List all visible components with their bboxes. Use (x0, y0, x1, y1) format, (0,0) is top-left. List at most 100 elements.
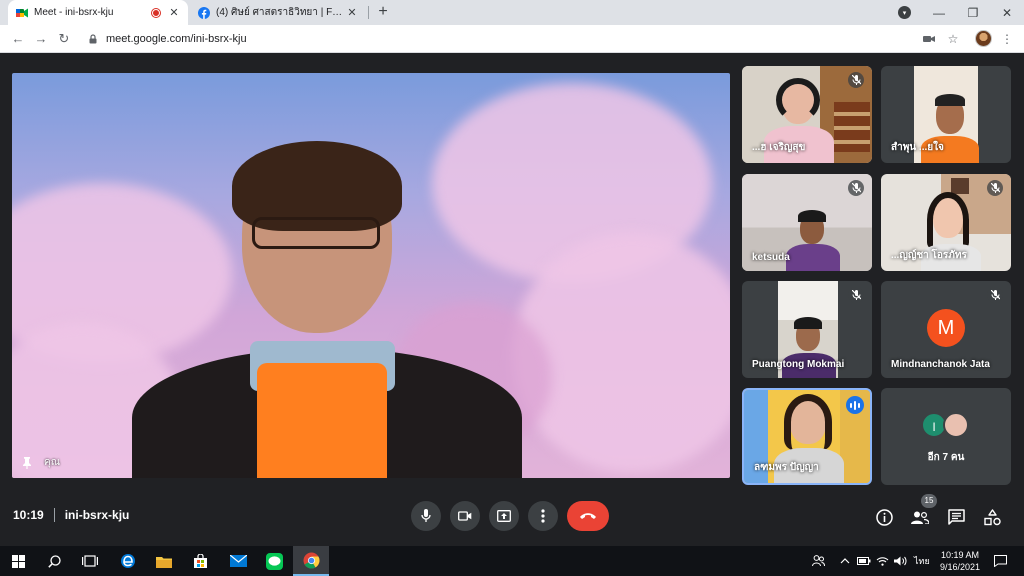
participant-name: ...ฮ เจริญสุข (752, 142, 806, 153)
camera-in-use-icon[interactable] (922, 32, 936, 46)
file-explorer-icon[interactable] (146, 546, 182, 576)
mail-icon[interactable] (220, 546, 256, 576)
browser-menu-icon[interactable]: ⋮ (1000, 32, 1014, 46)
close-tab-icon[interactable]: ✕ (346, 6, 358, 19)
wall-frame (951, 178, 969, 194)
volume-icon[interactable] (894, 546, 907, 576)
wifi-icon[interactable] (876, 546, 889, 576)
restore-icon[interactable]: ❐ (956, 6, 990, 20)
lock-icon (89, 34, 97, 44)
leave-call-button[interactable] (567, 501, 609, 531)
browser-tab-strip: Meet - ini-bsrx-kju ✕ (4) ศิษย์ ศาสตราธิ… (0, 0, 1024, 25)
participant-tile[interactable]: M Mindnanchanok Jata (881, 281, 1011, 378)
participant-name: Puangtong Mokmai (752, 359, 845, 370)
microphone-button[interactable] (411, 501, 441, 531)
participant-shirt (786, 244, 840, 271)
info-separator (53, 508, 55, 522)
microsoft-store-icon[interactable] (182, 546, 218, 576)
forward-arrow-icon[interactable]: → (33, 31, 49, 47)
url-text: meet.google.com/ini-bsrx-kju (106, 33, 247, 45)
meeting-code[interactable]: ini-bsrx-kju (65, 508, 130, 522)
meet-stage: คุณ ...ฮ เจริญสุข สำพุน ...ยใจ ketsuda .… (0, 53, 1024, 546)
tab-title: (4) ศิษย์ ศาสตราธิวิทยา | Facebook (216, 7, 346, 18)
present-screen-button[interactable] (489, 501, 519, 531)
meeting-time: 10:19 (13, 508, 44, 522)
address-bar[interactable]: meet.google.com/ini-bsrx-kju (82, 28, 962, 50)
video-camera-icon (458, 511, 472, 521)
microphone-icon (421, 509, 431, 522)
facebook-favicon-icon (198, 6, 210, 19)
participant-name: Mindnanchanok Jata (891, 359, 990, 370)
main-speaker-name: คุณ (44, 457, 60, 468)
line-app-icon[interactable] (256, 546, 292, 576)
muted-mic-icon (848, 287, 864, 303)
search-icon[interactable] (36, 546, 72, 576)
muted-mic-icon (848, 180, 864, 196)
person-shirt (257, 363, 387, 478)
chat-button[interactable] (946, 507, 966, 527)
windows-start-icon[interactable] (0, 546, 36, 576)
activities-button[interactable] (982, 507, 1002, 527)
more-options-button[interactable] (528, 501, 558, 531)
meeting-details-button[interactable] (874, 507, 894, 527)
tab-separator (368, 6, 369, 19)
more-participants-label: อีก 7 คน (927, 452, 965, 463)
participant-tile[interactable]: ...ฮ เจริญสุข (742, 66, 872, 163)
more-participants-tile[interactable]: I อีก 7 คน (881, 388, 1011, 485)
participant-avatar: M (927, 309, 965, 347)
participant-hair (776, 78, 820, 122)
participant-hair (784, 394, 832, 450)
reload-icon[interactable]: ↻ (56, 31, 72, 47)
chrome-taskbar-icon[interactable] (293, 546, 329, 576)
input-language-indicator[interactable]: ไทย (914, 546, 930, 576)
people-icon (911, 511, 929, 524)
battery-icon[interactable] (857, 546, 871, 576)
bookmark-star-icon[interactable]: ☆ (946, 32, 960, 46)
participant-name: ketsuda (752, 252, 790, 263)
present-screen-icon (497, 510, 511, 522)
window-controls: — ❐ ✕ (922, 0, 1024, 25)
person-glasses (252, 217, 380, 249)
close-tab-icon[interactable]: ✕ (168, 6, 180, 19)
main-speaker-person (132, 113, 532, 478)
participant-name: สำพุน ...ยใจ (891, 142, 944, 153)
activities-shapes-icon (983, 508, 1001, 525)
pin-icon[interactable] (22, 456, 32, 469)
participant-tile[interactable]: ketsuda (742, 174, 872, 271)
participant-name: ...ญญ์ชา โอรภัทร (891, 250, 967, 261)
participant-photo-avatar (943, 412, 969, 438)
main-speaker-video[interactable]: คุณ (12, 73, 730, 478)
back-arrow-icon[interactable]: ← (10, 31, 26, 47)
tab-search-icon[interactable]: ▾ (898, 6, 911, 19)
participant-tile-speaking[interactable]: ลฑมพร ปัญญา (742, 388, 872, 485)
bookshelf (834, 102, 870, 152)
participant-count-badge: 15 (921, 494, 937, 508)
participant-tile[interactable]: Puangtong Mokmai (742, 281, 872, 378)
camera-button[interactable] (450, 501, 480, 531)
show-everyone-button[interactable] (910, 507, 930, 527)
new-tab-plus-icon[interactable]: + (374, 3, 392, 21)
tab-meet[interactable]: Meet - ini-bsrx-kju ✕ (8, 0, 188, 25)
browser-toolbar: ← → ↻ meet.google.com/ini-bsrx-kju ☆ ⋮ (0, 25, 1024, 53)
participant-hair (798, 210, 826, 222)
hang-up-phone-icon (580, 513, 596, 519)
people-tray-icon[interactable] (812, 546, 825, 576)
action-center-notification-icon[interactable] (994, 546, 1007, 576)
muted-mic-icon (987, 287, 1003, 303)
close-window-icon[interactable]: ✕ (990, 6, 1024, 20)
info-icon (875, 508, 893, 526)
google-meet-favicon-icon (16, 7, 28, 19)
meeting-info: 10:19 ini-bsrx-kju (13, 508, 129, 522)
taskbar-clock[interactable]: 10:19 AM 9/16/2021 (934, 549, 986, 573)
participant-hair (794, 317, 822, 329)
participant-tile[interactable]: ...ญญ์ชา โอรภัทร (881, 174, 1011, 271)
minimize-icon[interactable]: — (922, 6, 956, 20)
main-speaker-label: คุณ (22, 455, 60, 470)
tab-facebook[interactable]: (4) ศิษย์ ศาสตราธิวิทยา | Facebook ✕ (190, 0, 366, 25)
more-vert-icon (541, 509, 545, 523)
participant-tile[interactable]: สำพุน ...ยใจ (881, 66, 1011, 163)
show-hidden-icons-chevron-icon[interactable] (840, 546, 850, 576)
edge-browser-icon[interactable] (110, 546, 146, 576)
task-view-icon[interactable] (72, 546, 108, 576)
profile-avatar[interactable] (975, 30, 992, 47)
